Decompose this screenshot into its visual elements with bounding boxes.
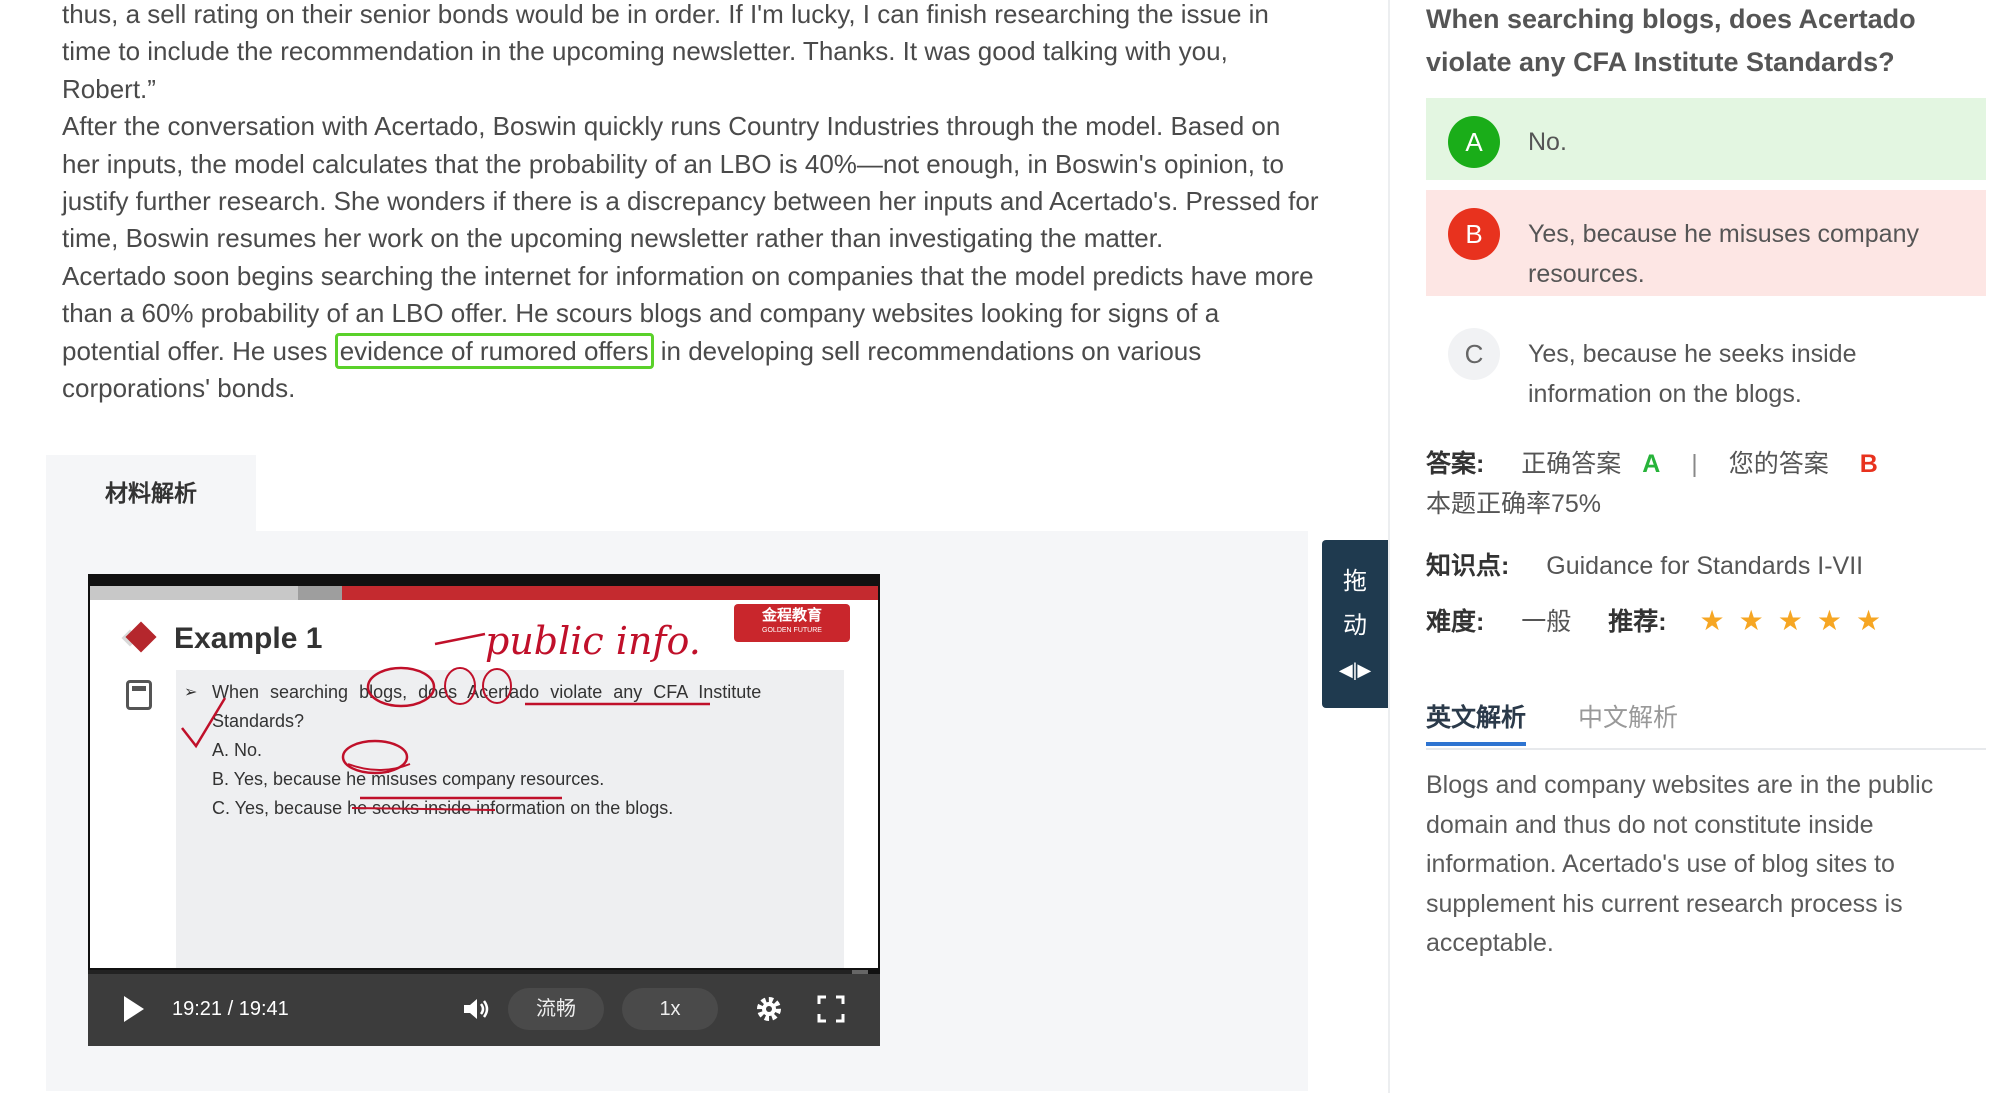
question-pane: When searching blogs, does Acertado viol… <box>1388 0 2000 1093</box>
difficulty-row: 难度: 一般 推荐: ★ ★ ★ ★ ★ <box>1426 602 1895 638</box>
tab-chinese-explanation[interactable]: 中文解析 <box>1578 698 1678 734</box>
correct-answer-label: 正确答案 <box>1521 450 1622 478</box>
tab-material-analysis[interactable]: 材料解析 <box>46 455 256 531</box>
gear-icon[interactable] <box>754 994 784 1024</box>
option-b[interactable]: B Yes, because he misuses company resour… <box>1426 190 1986 296</box>
correct-answer: A <box>1642 450 1661 478</box>
passage-paragraph: thus, a sell rating on their senior bond… <box>62 0 1269 104</box>
difficulty-value: 一般 <box>1521 608 1572 636</box>
explanation-text: Blogs and company websites are in the pu… <box>1426 771 1934 957</box>
your-answer-label: 您的答案 <box>1728 450 1829 478</box>
resize-arrows-icon: ◀|▶ <box>1338 660 1372 680</box>
option-letter: A <box>1448 116 1500 168</box>
star-icon: ★ <box>1699 605 1725 636</box>
star-icon: ★ <box>1738 605 1764 636</box>
fullscreen-icon[interactable] <box>816 994 846 1024</box>
material-pane: thus, a sell rating on their senior bond… <box>0 0 1388 1093</box>
svg-text:public info.: public info. <box>485 619 701 663</box>
separator: | <box>1691 450 1698 478</box>
time-display: 19:21 / 19:41 <box>172 998 289 1020</box>
correct-rate: 本题正确率75% <box>1426 490 1602 518</box>
case-passage: thus, a sell rating on their senior bond… <box>62 0 1322 407</box>
video-player[interactable]: Example 1 金程教育 GOLDEN FUTURE ➢ When searc… <box>88 574 880 1046</box>
option-text: Yes, because he seeks inside information… <box>1528 340 1857 408</box>
speed-button[interactable]: 1x <box>622 988 718 1030</box>
recommend-label: 推荐: <box>1608 608 1667 636</box>
answer-label: 答案: <box>1426 450 1485 478</box>
handwriting-annotation: public info. <box>181 619 710 811</box>
option-a[interactable]: A No. <box>1426 98 1986 180</box>
highlighted-text: evidence of rumored offers <box>334 332 654 369</box>
explanation-tabs: 英文解析 中文解析 <box>1426 696 1986 750</box>
star-icon: ★ <box>1816 605 1842 636</box>
video-slide: Example 1 金程教育 GOLDEN FUTURE ➢ When searc… <box>90 586 878 968</box>
difficulty-label: 难度: <box>1426 608 1485 636</box>
star-icon: ★ <box>1855 605 1882 636</box>
knowledge-label: 知识点: <box>1426 552 1510 580</box>
option-letter: C <box>1448 328 1500 380</box>
drag-label: 动 <box>1343 612 1367 639</box>
star-rating: ★ ★ ★ ★ ★ <box>1699 605 1896 636</box>
star-icon: ★ <box>1777 605 1803 636</box>
drag-label: 拖 <box>1343 568 1367 595</box>
question-title: When searching blogs, does Acertado viol… <box>1426 4 1916 77</box>
video-controls: 19:21 / 19:41 流畅 1x <box>88 974 880 1046</box>
passage-paragraph: After the conversation with Acertado, Bo… <box>62 111 1319 254</box>
quality-button[interactable]: 流畅 <box>508 988 604 1030</box>
play-icon[interactable] <box>124 996 144 1022</box>
option-text: Yes, because he misuses company resource… <box>1528 220 1919 288</box>
option-letter: B <box>1448 208 1500 260</box>
option-text: No. <box>1528 128 1567 156</box>
volume-icon[interactable] <box>460 994 490 1024</box>
option-c[interactable]: C Yes, because he seeks inside informati… <box>1426 310 1986 416</box>
your-answer: B <box>1859 450 1878 478</box>
knowledge-row: 知识点: Guidance for Standards I-VII <box>1426 546 1863 582</box>
passage-paragraph: Acertado soon begins searching the inter… <box>62 260 1314 404</box>
drag-handle[interactable]: 拖 动 ◀|▶ <box>1322 540 1388 708</box>
answer-row: 答案: 正确答案 A | 您的答案 B <box>1426 444 1878 480</box>
knowledge-value: Guidance for Standards I-VII <box>1546 552 1864 580</box>
tab-english-explanation[interactable]: 英文解析 <box>1426 698 1527 746</box>
